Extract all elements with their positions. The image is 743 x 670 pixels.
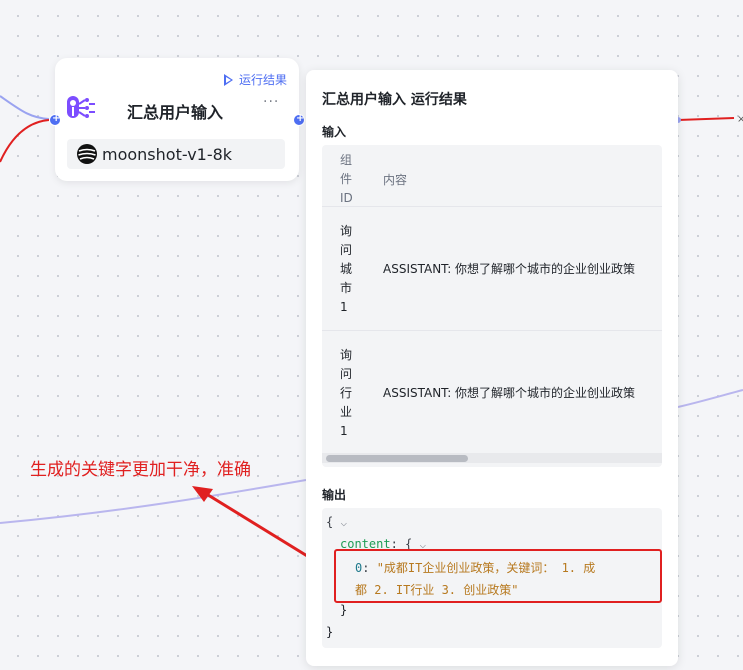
llm-node-icon [67, 96, 95, 118]
table-row: 询问行业1 ASSISTANT: 你想了解哪个城市的企业创业政策 [322, 343, 662, 451]
output-section-label: 输出 [322, 488, 347, 502]
annotation-arrow-head [192, 486, 213, 502]
model-selector[interactable]: moonshot-v1-8k [67, 139, 285, 169]
model-name: moonshot-v1-8k [102, 144, 233, 164]
edge-out-red [677, 117, 735, 121]
moonshot-logo-icon [77, 144, 97, 164]
annotation-text: 生成的关键字更加干净，准确 [30, 460, 251, 480]
node-title: 汇总用户输入 [127, 103, 224, 122]
run-result-label: 运行结果 [238, 73, 287, 87]
input-table[interactable]: 组件ID 内容 询问城市1 ASSISTANT: 你想了解哪个城市的企业创业政策… [322, 145, 662, 467]
annotation-highlight-box [334, 549, 662, 603]
row-component-id: 询问城市1 [340, 224, 353, 314]
row-content: ASSISTANT: 你想了解哪个城市的企业创业政策 [383, 386, 636, 400]
header-content: 内容 [383, 173, 408, 187]
more-options-icon[interactable]: ··· [263, 94, 279, 110]
row-content: ASSISTANT: 你想了解哪个城市的企业创业政策 [383, 262, 636, 276]
svg-text:×: × [737, 114, 743, 125]
workflow-node-card[interactable]: 运行结果 汇总用户输入 ··· moonshot-v1-8k [55, 58, 299, 181]
json-root-line: { ⌵ [326, 515, 347, 529]
collapse-chevron-icon[interactable]: ⌵ [340, 516, 347, 529]
input-section-label: 输入 [322, 125, 347, 139]
panel-title: 汇总用户输入 运行结果 [322, 92, 467, 108]
run-result-link[interactable]: 运行结果 [223, 71, 287, 88]
node-input-port[interactable] [49, 113, 61, 126]
node-output-port[interactable] [293, 113, 305, 126]
header-component-id: 组件ID [340, 153, 353, 205]
table-header-row: 组件ID 内容 [322, 149, 662, 209]
table-divider [322, 206, 662, 207]
edge-purple-bottom [0, 479, 307, 524]
play-icon [223, 73, 233, 86]
horizontal-scrollbar-thumb[interactable] [326, 455, 468, 462]
edge-in-red [0, 119, 50, 163]
json-inner-close: } [340, 603, 348, 617]
edge-purple-right [677, 389, 743, 408]
table-divider [322, 330, 662, 331]
table-row: 询问城市1 ASSISTANT: 你想了解哪个城市的企业创业政策 [322, 219, 662, 331]
json-open-brace: { [326, 515, 334, 529]
json-outer-close: } [326, 625, 334, 639]
edge-in-top [0, 95, 50, 120]
row-component-id: 询问行业1 [340, 348, 353, 438]
